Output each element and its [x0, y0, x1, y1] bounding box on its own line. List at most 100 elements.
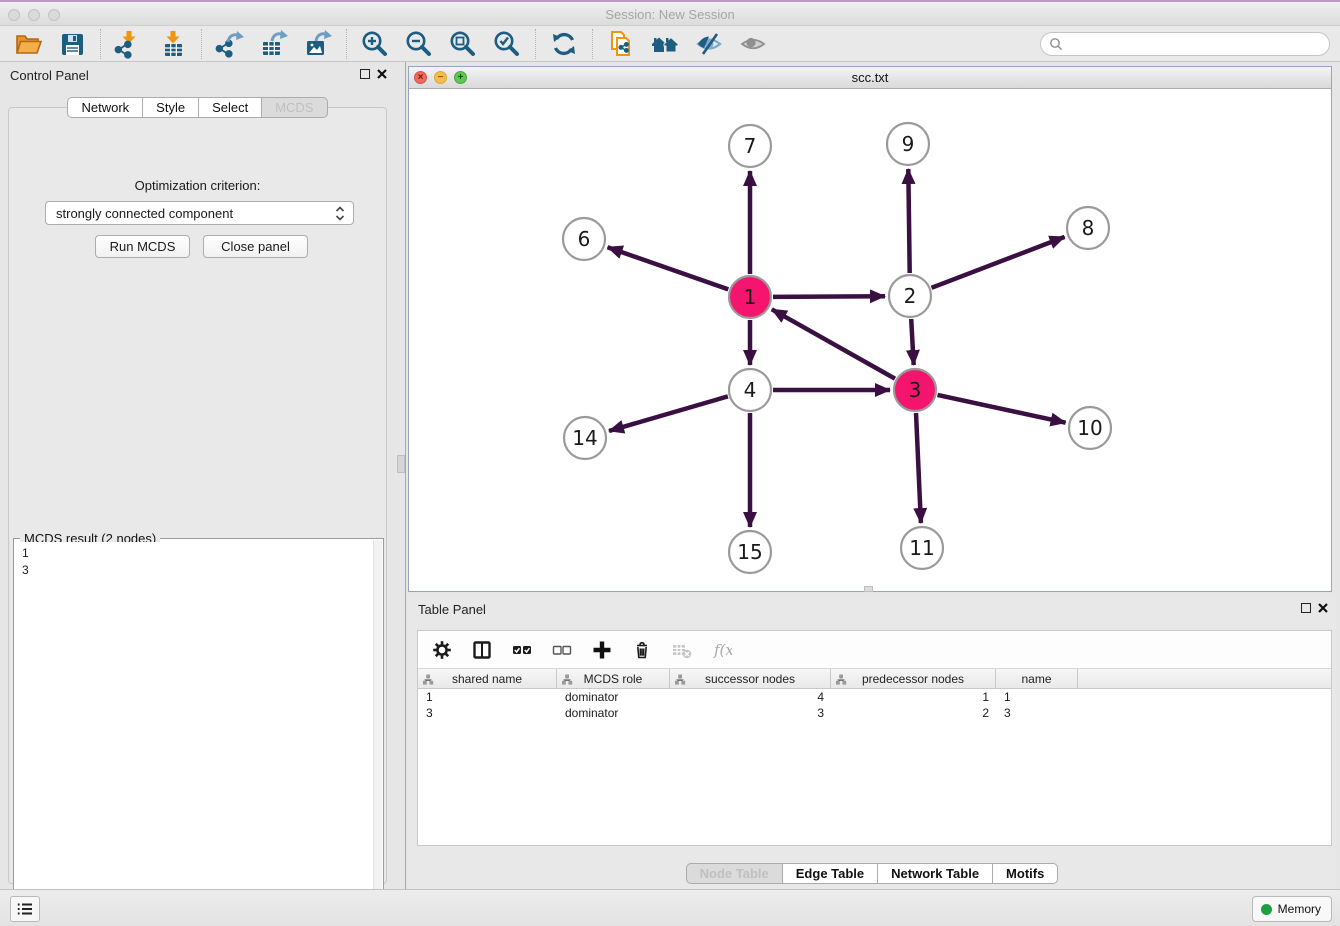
- criterion-select[interactable]: strongly connected component: [45, 201, 354, 225]
- zoom-in-button[interactable]: [360, 29, 390, 59]
- cell-MCDS-role[interactable]: dominator: [557, 689, 670, 705]
- hide-selected-button[interactable]: [694, 29, 724, 59]
- export-image-icon: [303, 29, 333, 59]
- show-all-button[interactable]: [738, 29, 768, 59]
- mcds-panel: Optimization criterion: strongly connect…: [8, 107, 387, 884]
- refresh-layout-button[interactable]: [549, 29, 579, 59]
- node-label: 14: [572, 426, 597, 450]
- cell-name[interactable]: 1: [996, 689, 1078, 705]
- add-column-button[interactable]: [590, 639, 614, 661]
- table-row[interactable]: 3dominator323: [418, 705, 1331, 721]
- zoom-selected-button[interactable]: [492, 29, 522, 59]
- vertical-splitter-grip[interactable]: [397, 455, 405, 473]
- first-neighbors-button[interactable]: [650, 29, 680, 59]
- vertical-splitter[interactable]: [405, 62, 406, 889]
- cell-predecessor-nodes[interactable]: 2: [831, 705, 996, 721]
- edge-1-6[interactable]: [608, 247, 729, 289]
- tab-motifs[interactable]: Motifs: [992, 863, 1058, 884]
- column-header-predecessor-nodes[interactable]: predecessor nodes: [831, 669, 996, 689]
- network-resize-grip[interactable]: [864, 586, 873, 592]
- tab-mcds[interactable]: MCDS: [261, 97, 327, 118]
- cell-shared-name[interactable]: 3: [418, 705, 557, 721]
- edge-4-14[interactable]: [609, 396, 728, 431]
- edge-3-11[interactable]: [916, 413, 921, 523]
- column-header-shared-name[interactable]: shared name: [418, 669, 557, 689]
- graph-node-6[interactable]: 6: [563, 218, 605, 260]
- zoom-out-button[interactable]: [404, 29, 434, 59]
- task-history-button[interactable]: [10, 896, 40, 922]
- open-session-button[interactable]: [13, 29, 43, 59]
- edge-3-1[interactable]: [772, 309, 895, 378]
- close-table-panel-icon[interactable]: [1318, 603, 1328, 613]
- list-icon: [17, 902, 33, 916]
- tab-network-table[interactable]: Network Table: [877, 863, 993, 884]
- float-table-panel-icon[interactable]: [1301, 603, 1311, 613]
- network-window-title: scc.txt: [409, 70, 1331, 85]
- graph-node-2[interactable]: 2: [889, 275, 931, 317]
- edge-1-2[interactable]: [773, 296, 885, 297]
- edge-2-9[interactable]: [908, 169, 909, 273]
- network-canvas[interactable]: 7 9 6 8 1 2 4 3 14 10 15 11: [409, 89, 1331, 591]
- cell-predecessor-nodes[interactable]: 1: [831, 689, 996, 705]
- column-header-label: successor nodes: [705, 672, 795, 686]
- table-row[interactable]: 1dominator411: [418, 689, 1331, 705]
- column-header-MCDS-role[interactable]: MCDS role: [557, 669, 670, 689]
- graph-node-10[interactable]: 10: [1069, 407, 1111, 449]
- tab-select[interactable]: Select: [198, 97, 262, 118]
- import-table-button[interactable]: [158, 29, 188, 59]
- column-header-name[interactable]: name: [996, 669, 1078, 689]
- delete-columns-button[interactable]: [630, 639, 654, 661]
- refresh-layout-icon: [549, 29, 579, 59]
- deselect-all-button[interactable]: [550, 639, 574, 661]
- graph-node-15[interactable]: 15: [729, 531, 771, 573]
- graph-node-7[interactable]: 7: [729, 125, 771, 167]
- graph-node-4[interactable]: 4: [729, 369, 771, 411]
- export-image-button[interactable]: [303, 29, 333, 59]
- result-scrollbar[interactable]: [373, 540, 382, 913]
- show-all-icon: [738, 29, 768, 59]
- tab-style[interactable]: Style: [142, 97, 199, 118]
- select-all-button[interactable]: [510, 639, 534, 661]
- close-panel-icon[interactable]: [377, 69, 387, 79]
- import-network-button[interactable]: [114, 29, 144, 59]
- export-table-button[interactable]: [259, 29, 289, 59]
- zoom-selected-icon: [492, 29, 522, 59]
- tab-node-table[interactable]: Node Table: [686, 863, 783, 884]
- graph-node-14[interactable]: 14: [564, 417, 606, 459]
- graph-node-11[interactable]: 11: [901, 527, 943, 569]
- search-field[interactable]: [1040, 32, 1330, 56]
- graph-node-1[interactable]: 1: [729, 276, 771, 318]
- memory-button[interactable]: Memory: [1252, 896, 1332, 922]
- cell-shared-name[interactable]: 1: [418, 689, 557, 705]
- graph-node-9[interactable]: 9: [887, 123, 929, 165]
- graph-node-3[interactable]: 3: [894, 369, 936, 411]
- edge-2-8[interactable]: [932, 237, 1065, 288]
- column-header-successor-nodes[interactable]: successor nodes: [670, 669, 831, 689]
- zoom-fit-button[interactable]: [448, 29, 478, 59]
- new-network-from-selection-button[interactable]: [606, 29, 636, 59]
- edge-2-3[interactable]: [911, 319, 914, 365]
- search-input[interactable]: [1068, 34, 1329, 54]
- cell-MCDS-role[interactable]: dominator: [557, 705, 670, 721]
- column-type-icon: [562, 674, 573, 686]
- cell-successor-nodes[interactable]: 3: [670, 705, 831, 721]
- column-type-icon: [675, 674, 686, 686]
- svg-text:f(x): f(x): [713, 641, 732, 659]
- graph-node-8[interactable]: 8: [1067, 207, 1109, 249]
- tab-edge-table[interactable]: Edge Table: [782, 863, 878, 884]
- control-panel: Control Panel NetworkStyleSelectMCDS Opt…: [0, 62, 395, 889]
- save-session-button[interactable]: [57, 29, 87, 59]
- cell-name[interactable]: 3: [996, 705, 1078, 721]
- network-window-titlebar[interactable]: × − + scc.txt: [409, 67, 1331, 89]
- edge-3-10[interactable]: [938, 395, 1066, 423]
- export-network-button[interactable]: [215, 29, 245, 59]
- run-mcds-button[interactable]: Run MCDS: [95, 235, 190, 258]
- tab-network[interactable]: Network: [67, 97, 143, 118]
- mcds-result-text[interactable]: 1 3: [15, 542, 373, 913]
- float-panel-icon[interactable]: [360, 69, 370, 79]
- cell-successor-nodes[interactable]: 4: [670, 689, 831, 705]
- column-settings-gear-button[interactable]: [430, 639, 454, 661]
- show-columns-button[interactable]: [470, 639, 494, 661]
- open-session-icon: [13, 29, 43, 59]
- close-panel-button[interactable]: Close panel: [203, 235, 308, 258]
